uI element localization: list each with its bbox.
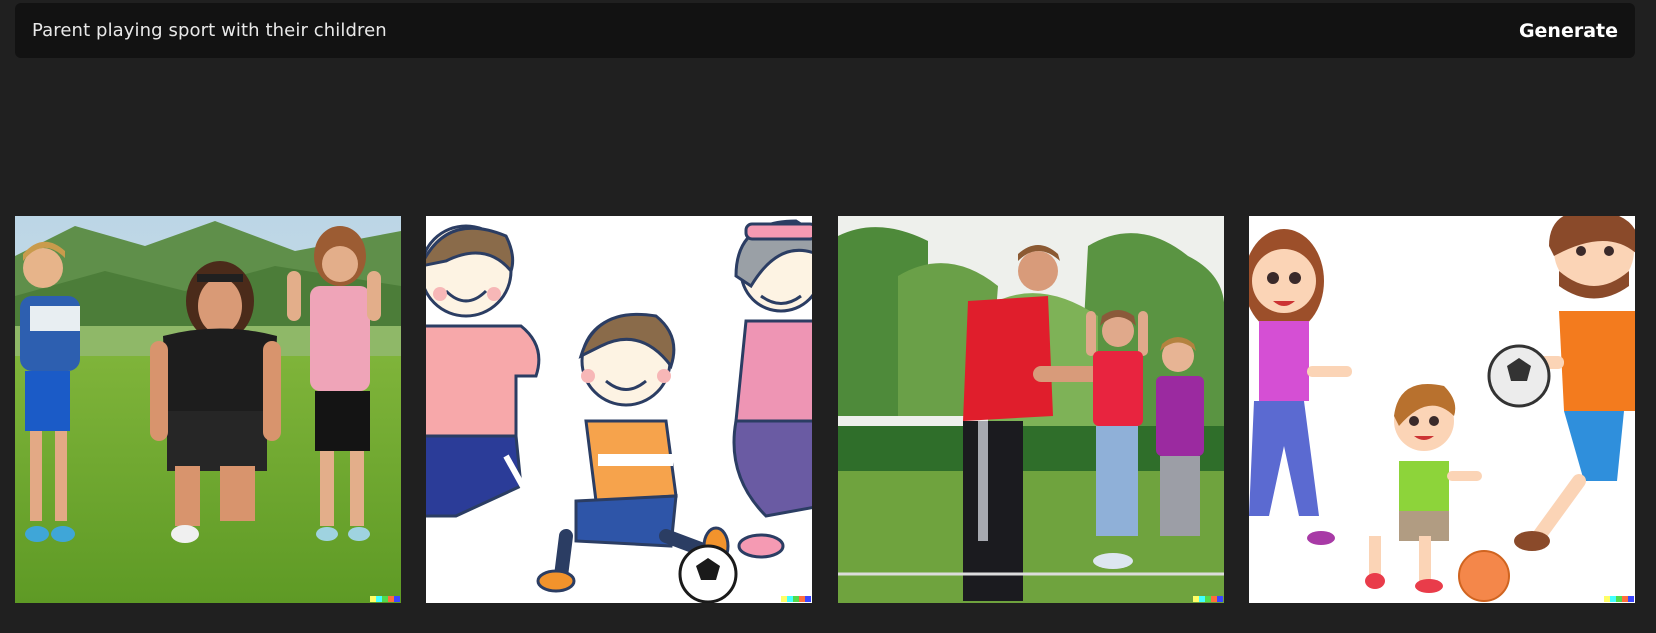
generate-button[interactable]: Generate [1519, 20, 1618, 42]
illustration-kids-soccer [426, 216, 812, 603]
photo-father-daughters-park [838, 216, 1224, 603]
photo-family-grass [15, 216, 401, 603]
prompt-bar[interactable]: Parent playing sport with their children… [15, 3, 1635, 58]
result-image-1[interactable] [15, 216, 401, 603]
signature-swatch [1193, 596, 1223, 602]
result-image-4[interactable] [1249, 216, 1635, 603]
prompt-input[interactable]: Parent playing sport with their children [32, 20, 387, 41]
result-image-2[interactable] [426, 216, 812, 603]
signature-swatch [370, 596, 400, 602]
result-image-3[interactable] [838, 216, 1224, 603]
signature-swatch [781, 596, 811, 602]
illustration-family-soccer [1249, 216, 1635, 603]
image-results-grid [15, 216, 1635, 603]
signature-swatch [1604, 596, 1634, 602]
